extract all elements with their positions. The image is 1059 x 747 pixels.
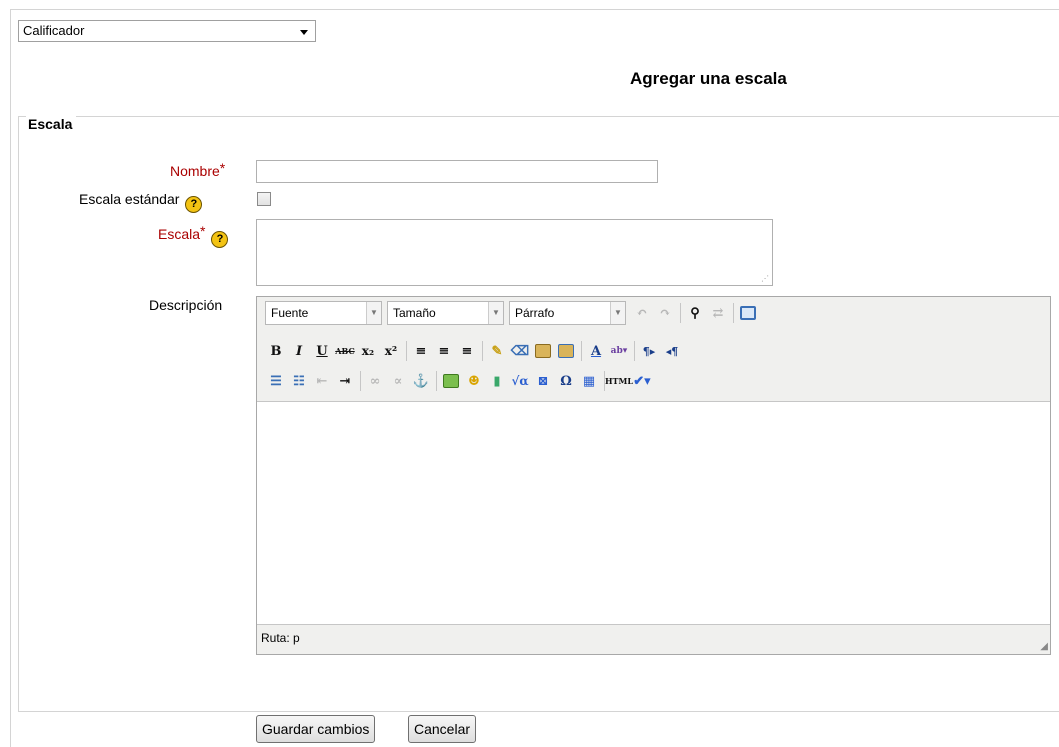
text-color-icon[interactable]: A bbox=[585, 340, 607, 362]
grader-select[interactable]: Calificador bbox=[18, 20, 316, 42]
toolbar-separator bbox=[581, 341, 582, 361]
replace-icon[interactable]: ⇄ bbox=[707, 302, 729, 324]
toolbar-separator bbox=[482, 341, 483, 361]
indent-icon[interactable]: ⇥ bbox=[334, 370, 356, 392]
unlink-icon[interactable]: ∝ bbox=[387, 370, 409, 392]
font-combo-value: Fuente bbox=[271, 306, 309, 320]
align-center-icon[interactable]: ≡ bbox=[433, 340, 455, 362]
scale-label: Escala bbox=[158, 226, 201, 242]
save-button[interactable]: Guardar cambios bbox=[256, 715, 376, 743]
emoticon-icon[interactable]: ☻ bbox=[463, 370, 485, 392]
cleanup-icon[interactable]: ✎ bbox=[486, 340, 508, 362]
fullscreen-icon[interactable] bbox=[737, 302, 759, 324]
chevron-down-icon: ▼ bbox=[610, 302, 625, 324]
standard-scale-label: Escala estándar bbox=[79, 191, 180, 207]
name-label: Nombre bbox=[170, 163, 220, 179]
superscript-icon[interactable]: x² bbox=[380, 340, 402, 362]
chevron-down-icon bbox=[300, 30, 308, 35]
required-star: * bbox=[219, 160, 226, 176]
numbered-list-icon[interactable]: ☷ bbox=[288, 370, 310, 392]
editor-toolbar-row-2: B I U ABC x₂ x² ≡ ≡ ≡ ✎ ⌫ A ab▾ ¶▸ ◂¶ bbox=[265, 338, 684, 364]
nolink-icon[interactable]: ⊠ bbox=[532, 370, 554, 392]
top-divider bbox=[10, 9, 1059, 10]
eraser-icon[interactable]: ⌫ bbox=[509, 340, 531, 362]
toolbar-separator bbox=[406, 341, 407, 361]
italic-icon[interactable]: I bbox=[288, 340, 310, 362]
standard-scale-checkbox[interactable] bbox=[257, 192, 271, 206]
toolbar-separator bbox=[634, 341, 635, 361]
format-combo[interactable]: Párrafo ▼ bbox=[509, 301, 626, 325]
spellcheck-icon[interactable]: ✔▾ bbox=[631, 370, 653, 392]
undo-icon[interactable]: ↶ bbox=[631, 302, 653, 324]
special-char-icon[interactable]: Ω bbox=[555, 370, 577, 392]
outdent-icon[interactable]: ⇤ bbox=[311, 370, 333, 392]
image-icon[interactable] bbox=[440, 370, 462, 392]
ltr-icon[interactable]: ¶▸ bbox=[638, 340, 660, 362]
scale-textarea[interactable]: ⋰ bbox=[256, 219, 773, 286]
font-combo[interactable]: Fuente ▼ bbox=[265, 301, 382, 325]
fieldset-legend: Escala bbox=[26, 116, 77, 132]
redo-icon[interactable]: ↷ bbox=[654, 302, 676, 324]
anchor-icon[interactable]: ⚓ bbox=[410, 370, 432, 392]
toolbar-separator bbox=[436, 371, 437, 391]
left-divider bbox=[10, 9, 11, 747]
standard-label-row: Escala estándar? bbox=[79, 191, 203, 213]
editor-path: Ruta: p bbox=[261, 631, 300, 645]
toolbar-separator bbox=[360, 371, 361, 391]
paste-text-icon[interactable] bbox=[532, 340, 554, 362]
help-icon[interactable]: ? bbox=[211, 231, 229, 248]
toolbar-separator bbox=[680, 303, 681, 323]
scale-label-row: Escala*? bbox=[158, 223, 229, 248]
grader-select-value: Calificador bbox=[23, 23, 85, 38]
paste-word-icon[interactable] bbox=[555, 340, 577, 362]
editor-content-area[interactable] bbox=[257, 401, 1050, 625]
bold-icon[interactable]: B bbox=[265, 340, 287, 362]
page-title: Agregar una escala bbox=[630, 69, 787, 88]
html-source-icon[interactable]: HTML bbox=[605, 370, 633, 392]
highlight-color-icon[interactable]: ab▾ bbox=[608, 340, 630, 362]
format-combo-value: Párrafo bbox=[515, 306, 555, 320]
help-icon[interactable]: ? bbox=[185, 196, 203, 213]
rtl-icon[interactable]: ◂¶ bbox=[661, 340, 683, 362]
toolbar-separator bbox=[733, 303, 734, 323]
subscript-icon[interactable]: x₂ bbox=[357, 340, 379, 362]
description-label: Descripción bbox=[149, 297, 223, 313]
underline-icon[interactable]: U bbox=[311, 340, 333, 362]
cancel-button[interactable]: Cancelar bbox=[408, 715, 477, 743]
align-right-icon[interactable]: ≡ bbox=[456, 340, 478, 362]
editor-toolbar-row-3: ☰ ☷ ⇤ ⇥ ∞ ∝ ⚓ ☻ ▮ √α ⊠ Ω ▦ HTML ✔▾ bbox=[265, 368, 654, 394]
chevron-down-icon: ▼ bbox=[366, 302, 381, 324]
html-editor: Fuente ▼ Tamaño ▼ Párrafo ▼ ↶ ↷ ⚲ ⇄ B I … bbox=[256, 296, 1051, 655]
table-icon[interactable]: ▦ bbox=[578, 370, 600, 392]
required-star: * bbox=[200, 223, 206, 239]
equation-icon[interactable]: √α bbox=[509, 370, 531, 392]
find-icon[interactable]: ⚲ bbox=[684, 302, 706, 324]
resize-grip-icon[interactable]: ◢ bbox=[1040, 641, 1048, 652]
chevron-down-icon: ▼ bbox=[488, 302, 503, 324]
align-left-icon[interactable]: ≡ bbox=[410, 340, 432, 362]
name-label-row: Nombre* bbox=[170, 160, 225, 179]
editor-toolbar-row-1: Fuente ▼ Tamaño ▼ Párrafo ▼ ↶ ↷ ⚲ ⇄ bbox=[265, 300, 760, 326]
link-icon[interactable]: ∞ bbox=[364, 370, 386, 392]
strikethrough-icon[interactable]: ABC bbox=[334, 340, 356, 362]
resize-grip-icon[interactable]: ⋰ bbox=[761, 274, 769, 283]
size-combo-value: Tamaño bbox=[393, 306, 436, 320]
name-input[interactable] bbox=[256, 160, 658, 183]
bullet-list-icon[interactable]: ☰ bbox=[265, 370, 287, 392]
size-combo[interactable]: Tamaño ▼ bbox=[387, 301, 504, 325]
media-icon[interactable]: ▮ bbox=[486, 370, 508, 392]
